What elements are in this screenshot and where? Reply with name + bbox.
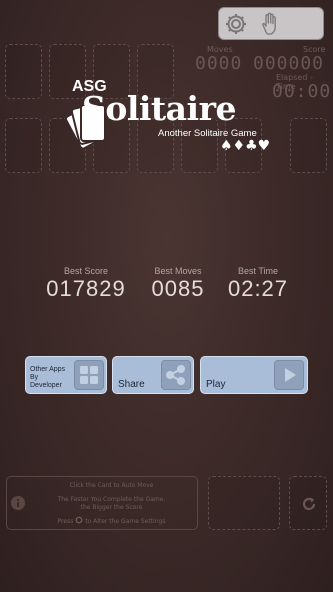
hint-line-2: The Faster You Complete the Game, [57, 496, 166, 503]
info-icon[interactable] [10, 495, 26, 511]
gear-icon[interactable] [223, 11, 249, 37]
hint-line-3: the Bigger the Score [80, 504, 143, 511]
stock-slot[interactable] [289, 476, 327, 530]
logo-title: Solitaire [82, 89, 236, 128]
best-moves-value: 0085 [151, 276, 205, 301]
score-value: 000000 [253, 53, 325, 74]
play-icon [274, 360, 304, 390]
logo-suits: ♠♦♣♥ [220, 138, 271, 154]
best-score-value: 017829 [46, 276, 126, 301]
hint-line-1: Click the Card to Auto Move [69, 482, 154, 489]
hint-line-4: Press to Alter the Game Settings [29, 516, 194, 525]
hint-line-4-post: to Alter the Game Settings [85, 518, 166, 525]
other-apps-label: Other Apps By Developer [30, 366, 66, 389]
share-label: Share [118, 379, 145, 390]
share-button[interactable]: Share [112, 356, 194, 394]
best-time-value: 02:27 [227, 276, 289, 301]
gear-icon [75, 516, 83, 525]
hint-line-4-pre: Press [57, 518, 74, 525]
other-apps-button[interactable]: Other Apps By Developer [25, 356, 107, 394]
best-moves-label: Best Moves [154, 266, 202, 276]
best-time-label: Best Time [237, 266, 278, 276]
card-slot[interactable] [5, 118, 42, 173]
waste-slot[interactable] [208, 476, 280, 530]
restart-icon[interactable] [300, 495, 318, 513]
card-slot[interactable] [290, 118, 327, 173]
card-slot[interactable] [5, 44, 42, 99]
play-button[interactable]: Play [200, 356, 308, 394]
top-toolbar [218, 7, 324, 40]
moves-value: 0000 [195, 53, 243, 74]
share-icon [161, 360, 191, 390]
grid-icon [74, 360, 104, 390]
hand-icon[interactable] [257, 11, 283, 37]
elapsed-value: 00:00 [272, 81, 332, 102]
best-score-label: Best Score [63, 266, 109, 276]
play-label: Play [206, 379, 226, 390]
hint-box: Click the Card to Auto Move The Faster Y… [6, 476, 198, 530]
